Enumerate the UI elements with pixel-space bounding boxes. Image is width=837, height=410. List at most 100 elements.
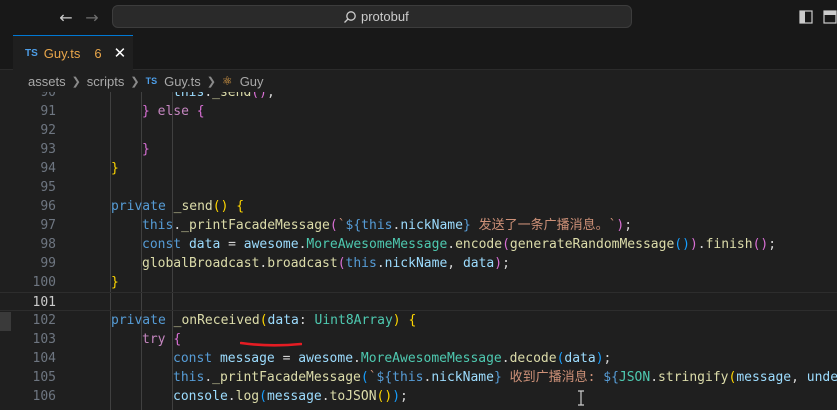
code-text: } (142, 140, 150, 159)
code-token: _printFacadeMessage (181, 218, 330, 233)
code-token: broadcast (267, 256, 338, 271)
tab-guy-ts[interactable]: TS Guy.ts 6 ✕ (13, 35, 133, 70)
typescript-file-icon: TS (145, 76, 158, 86)
code-line[interactable]: 103 try { (0, 330, 837, 349)
code-token: { (236, 199, 245, 214)
code-token: ( (329, 218, 338, 233)
code-token: { (408, 313, 417, 328)
code-text: } (111, 159, 119, 178)
code-line[interactable]: 104 const message = awesome.MoreAwesomeMe… (0, 349, 837, 368)
code-token: awesome (243, 237, 299, 252)
code-token: undefined (806, 370, 837, 385)
code-line[interactable]: 91} else { (0, 102, 837, 121)
code-line[interactable]: 102 private _onReceived(data: Uint8Array)… (0, 311, 837, 330)
code-token: () (251, 92, 267, 100)
code-text: this._printFacadeMessage(`${this.nickNam… (142, 216, 632, 235)
code-token: toJSON (329, 389, 377, 404)
code-token: JSON (618, 370, 651, 385)
command-center-search[interactable]: protobuf (112, 5, 632, 28)
code-token: MoreAwesomeMessage (360, 351, 502, 366)
code-token: this (173, 370, 205, 385)
code-token: } (111, 275, 119, 290)
code-token: _send (212, 92, 252, 100)
code-token: stringify (658, 370, 729, 385)
code-line[interactable]: 98 const data = awesome.MoreAwesomeMessag… (0, 235, 837, 254)
breadcrumb-item-assets[interactable]: assets (28, 74, 66, 89)
code-token: ` (368, 370, 377, 385)
code-line[interactable]: 94} (0, 159, 837, 178)
code-token: data (188, 237, 221, 252)
code-token: () (212, 199, 229, 214)
code-token: ; (400, 389, 408, 404)
code-token: . (650, 370, 659, 385)
code-line[interactable]: 90 this._send(); (0, 92, 837, 102)
forward-arrow-icon[interactable]: → (82, 8, 102, 28)
code-token: ) (595, 351, 604, 366)
line-number: 93 (40, 142, 56, 157)
search-text: protobuf (361, 9, 409, 24)
code-token: encode (455, 237, 503, 252)
code-token: ) (494, 256, 503, 271)
code-token: ; (768, 237, 777, 252)
back-arrow-icon[interactable]: ← (56, 8, 76, 28)
code-token: awesome (298, 351, 354, 366)
line-number: 92 (40, 123, 56, 138)
code-token: } (111, 161, 119, 176)
line-number: 94 (40, 161, 56, 176)
code-token: ) (392, 389, 401, 404)
code-token: console (173, 389, 228, 404)
code-line[interactable]: 99 globalBroadcast.broadcast(this.nickNam… (0, 254, 837, 273)
line-number: 91 (40, 104, 56, 119)
code-token: data (462, 256, 495, 271)
code-token: message (219, 351, 275, 366)
toggle-panel-icon[interactable] (823, 9, 837, 24)
code-token: globalBroadcast (142, 256, 260, 271)
search-icon (344, 10, 356, 23)
code-text: try { (142, 330, 181, 349)
code-text: globalBroadcast.broadcast(this.nickName,… (142, 254, 510, 273)
code-token: . (204, 92, 213, 100)
code-token: generateRandomMessage (509, 237, 675, 252)
code-token: . (501, 351, 510, 366)
code-token: ; (603, 351, 612, 366)
line-number: 104 (32, 351, 56, 366)
code-token: nickName (384, 256, 448, 271)
line-number: 99 (40, 256, 56, 271)
code-line[interactable]: 106 console.log(message.toJSON()); (0, 387, 837, 406)
code-token: } (493, 370, 502, 385)
toggle-sidebar-icon[interactable] (799, 9, 813, 24)
code-line[interactable]: 92 (0, 121, 837, 140)
code-token: } (142, 142, 150, 157)
close-tab-icon[interactable]: ✕ (114, 44, 127, 62)
code-line[interactable]: 97 this._printFacadeMessage(`${this.nickN… (0, 216, 837, 235)
breadcrumb-item-class[interactable]: Guy (240, 74, 264, 89)
code-text: } (111, 273, 119, 292)
code-line[interactable]: 101 (0, 292, 837, 311)
code-editor[interactable]: 90 this._send(); 91} else {92 93} 94} 95 96 pri… (0, 92, 837, 410)
code-line[interactable]: 105 this._printFacadeMessage(`${this.nick… (0, 368, 837, 387)
code-line[interactable]: 93} (0, 140, 837, 159)
code-line[interactable]: 96 private _send() { (0, 197, 837, 216)
code-token: decode (509, 351, 557, 366)
code-token: , (791, 370, 807, 385)
code-line[interactable]: 100} (0, 273, 837, 292)
code-token: ; (266, 92, 275, 100)
code-token: 收到广播消息: (501, 370, 604, 385)
line-number: 98 (40, 237, 56, 252)
code-token: ) (689, 237, 698, 252)
code-line[interactable]: 95 (0, 178, 837, 197)
line-number: 90 (40, 92, 56, 100)
code-token: this (173, 92, 205, 100)
code-text: const data = awesome.MoreAwesomeMessage.… (142, 235, 776, 254)
code-token: . (321, 389, 330, 404)
code-text: private _onReceived(data: Uint8Array) { (111, 311, 416, 330)
breadcrumb-item-file[interactable]: Guy.ts (164, 74, 201, 89)
tab-filename: Guy.ts (43, 45, 81, 61)
editor-tab-bar: TS Guy.ts 6 ✕ (0, 35, 837, 70)
breadcrumb-item-scripts[interactable]: scripts (87, 74, 125, 89)
code-token: data (267, 313, 299, 328)
